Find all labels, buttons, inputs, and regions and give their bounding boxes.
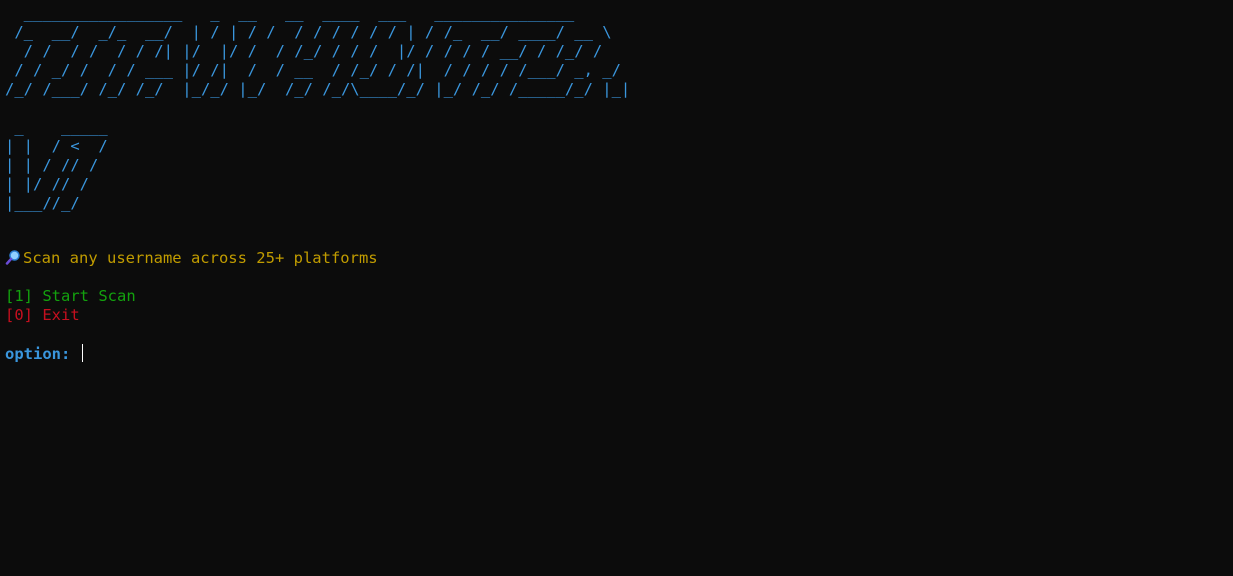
ascii-banner: _________________ _ __ __ ____ ___ _____… xyxy=(5,4,630,99)
logo-line: _ _____ xyxy=(5,118,108,136)
prompt-label: option: xyxy=(5,345,71,363)
logo-line: | | / // / xyxy=(5,156,99,174)
magnifier-icon xyxy=(5,249,23,268)
exit-label: [0] Exit xyxy=(5,306,80,324)
tagline: Scan any username across 25+ platforms xyxy=(5,249,378,268)
banner-line: / / _/ / / / ___ |/ /| / / __ / /_/ / /|… xyxy=(5,61,621,79)
banner-line: /_/ /___/ /_/ /_/ |_/_/ |_/ /_/ /_/\____… xyxy=(5,80,631,98)
logo-line: | |/ // / xyxy=(5,175,89,193)
text-cursor xyxy=(81,344,83,362)
banner-line: _________________ _ __ __ ____ ___ _____… xyxy=(5,4,575,22)
option-prompt[interactable]: option: xyxy=(5,344,83,364)
logo-line: | | / < / xyxy=(5,137,108,155)
start-scan-label: [1] Start Scan xyxy=(5,287,136,305)
menu-option-exit[interactable]: [0] Exit xyxy=(5,306,80,325)
tagline-text: Scan any username across 25+ platforms xyxy=(23,249,378,267)
menu-option-start-scan[interactable]: [1] Start Scan xyxy=(5,287,136,306)
banner-line: / / / / / / /| |/ |/ / / /_/ / / / |/ / … xyxy=(5,42,603,60)
ascii-version-logo: _ _____ | | / < / | | / // / | |/ // / |… xyxy=(5,118,108,213)
terminal-window: _________________ _ __ __ ____ ___ _____… xyxy=(0,0,1233,576)
banner-line: /_ __/ _/_ __/ | / | / / / / / / / / | /… xyxy=(5,23,612,41)
logo-line: |___//_/ xyxy=(5,194,80,212)
